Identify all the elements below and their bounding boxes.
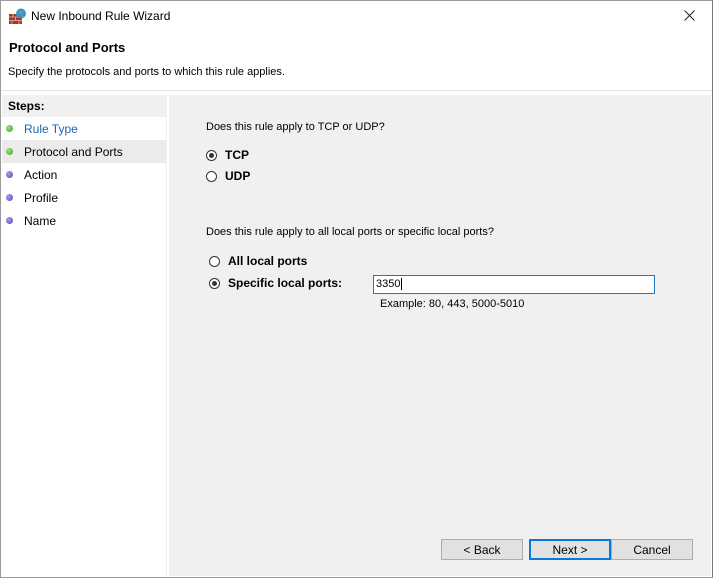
wizard-header: Protocol and Ports Specify the protocols…	[1, 32, 712, 90]
step-label: Rule Type	[24, 121, 78, 136]
step-rule-type[interactable]: Rule Type	[2, 117, 166, 140]
completed-dot-icon	[6, 125, 13, 132]
steps-sidebar: Steps: Rule Type Protocol and Ports Acti…	[2, 95, 167, 577]
steps-heading: Steps:	[2, 95, 166, 117]
radio-label: Specific local ports:	[228, 276, 343, 290]
step-action: Action	[2, 163, 166, 186]
title-bar: New Inbound Rule Wizard	[1, 1, 712, 32]
udp-radio[interactable]: UDP	[206, 169, 250, 183]
firewall-icon	[9, 8, 27, 24]
close-button[interactable]	[666, 1, 712, 32]
radio-label: TCP	[225, 148, 249, 162]
specific-ports-input[interactable]: 3350	[373, 275, 655, 294]
page-title: Protocol and Ports	[9, 40, 126, 55]
specific-local-ports-radio[interactable]: Specific local ports:	[209, 276, 342, 290]
next-button[interactable]: Next >	[529, 539, 611, 560]
tcp-radio[interactable]: TCP	[206, 148, 249, 162]
pending-dot-icon	[6, 171, 13, 178]
radio-selected-icon	[209, 277, 220, 289]
header-divider	[1, 90, 712, 91]
all-local-ports-radio[interactable]: All local ports	[209, 254, 307, 268]
window-title: New Inbound Rule Wizard	[31, 9, 171, 23]
close-icon	[683, 9, 695, 24]
radio-label: All local ports	[228, 254, 308, 268]
step-label: Name	[24, 213, 57, 228]
cancel-button[interactable]: Cancel	[611, 539, 693, 560]
step-label: Profile	[24, 190, 59, 205]
step-name: Name	[2, 209, 166, 232]
page-subtitle: Specify the protocols and ports to which…	[8, 66, 285, 78]
pending-dot-icon	[6, 217, 13, 224]
step-label: Protocol and Ports	[24, 144, 123, 159]
step-profile: Profile	[2, 186, 166, 209]
ports-question: Does this rule apply to all local ports …	[206, 226, 494, 238]
radio-selected-icon	[206, 149, 217, 161]
radio-unselected-icon	[209, 255, 220, 267]
protocol-question: Does this rule apply to TCP or UDP?	[206, 121, 385, 133]
step-protocol-and-ports: Protocol and Ports	[2, 140, 166, 163]
radio-unselected-icon	[206, 170, 217, 182]
ports-input-value: 3350	[376, 278, 401, 290]
current-dot-icon	[6, 148, 13, 155]
back-button[interactable]: < Back	[441, 539, 523, 560]
pending-dot-icon	[6, 194, 13, 201]
ports-example-hint: Example: 80, 443, 5000-5010	[380, 298, 525, 310]
wizard-window: New Inbound Rule Wizard Protocol and Por…	[0, 0, 713, 578]
text-caret	[401, 278, 403, 291]
radio-label: UDP	[225, 169, 251, 183]
wizard-content: Does this rule apply to TCP or UDP? TCP …	[169, 95, 711, 576]
step-label: Action	[24, 167, 58, 182]
